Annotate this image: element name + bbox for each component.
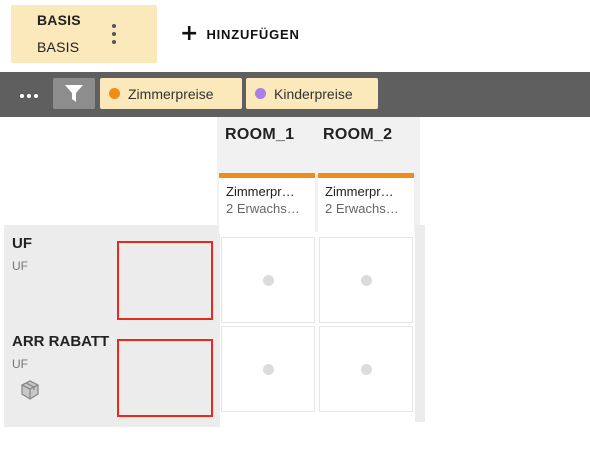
row-title-arr-rabatt: ARR RABATT <box>12 333 110 350</box>
row-subtitle-uf: UF <box>12 259 28 273</box>
tag-label: Zimmerpreise <box>128 85 214 102</box>
column-title-room-1: ROOM_1 <box>225 126 295 143</box>
filter-icon <box>65 85 83 102</box>
tag-label: Kinderpreise <box>274 85 353 102</box>
package-icon[interactable] <box>20 380 40 405</box>
more-vertical-icon[interactable] <box>107 23 121 45</box>
column-card-rate: Zimmerpr… <box>226 184 295 199</box>
column-card-occupancy: 2 Erwachs… <box>226 201 300 216</box>
basis-title: BASIS <box>37 12 81 28</box>
add-button-label: HINZUFÜGEN <box>206 26 300 42</box>
status-dot-icon <box>109 88 120 99</box>
tag-kinderpreise[interactable]: Kinderpreise <box>246 78 378 109</box>
more-horizontal-icon[interactable] <box>18 82 40 106</box>
column-card-room-2[interactable]: Zimmerpr… 2 Erwachs… <box>318 173 414 234</box>
column-card-occupancy: 2 Erwachs… <box>325 201 399 216</box>
empty-marker <box>263 275 274 286</box>
row-title-uf: UF <box>12 235 32 252</box>
plus-icon: + <box>180 21 199 46</box>
grid-edge <box>415 225 425 422</box>
tag-zimmerpreise[interactable]: Zimmerpreise <box>100 78 242 109</box>
column-card-rate: Zimmerpr… <box>325 184 394 199</box>
basis-subtitle: BASIS <box>37 39 80 55</box>
filter-button[interactable] <box>53 78 95 109</box>
grid-cell[interactable] <box>221 326 315 412</box>
grid-cell[interactable] <box>319 326 413 412</box>
highlight-box <box>117 339 213 417</box>
column-title-room-2: ROOM_2 <box>323 126 393 143</box>
grid-cell[interactable] <box>319 237 413 323</box>
empty-marker <box>263 364 274 375</box>
status-dot-icon <box>255 88 266 99</box>
empty-marker <box>361 364 372 375</box>
highlight-box <box>117 241 213 320</box>
basis-chip[interactable]: BASIS BASIS <box>11 5 157 63</box>
grid-cell[interactable] <box>221 237 315 323</box>
column-card-room-1[interactable]: Zimmerpr… 2 Erwachs… <box>219 173 315 234</box>
empty-marker <box>361 275 372 286</box>
row-subtitle-arr-rabatt: UF <box>12 357 28 371</box>
add-button[interactable]: + HINZUFÜGEN <box>180 22 300 46</box>
